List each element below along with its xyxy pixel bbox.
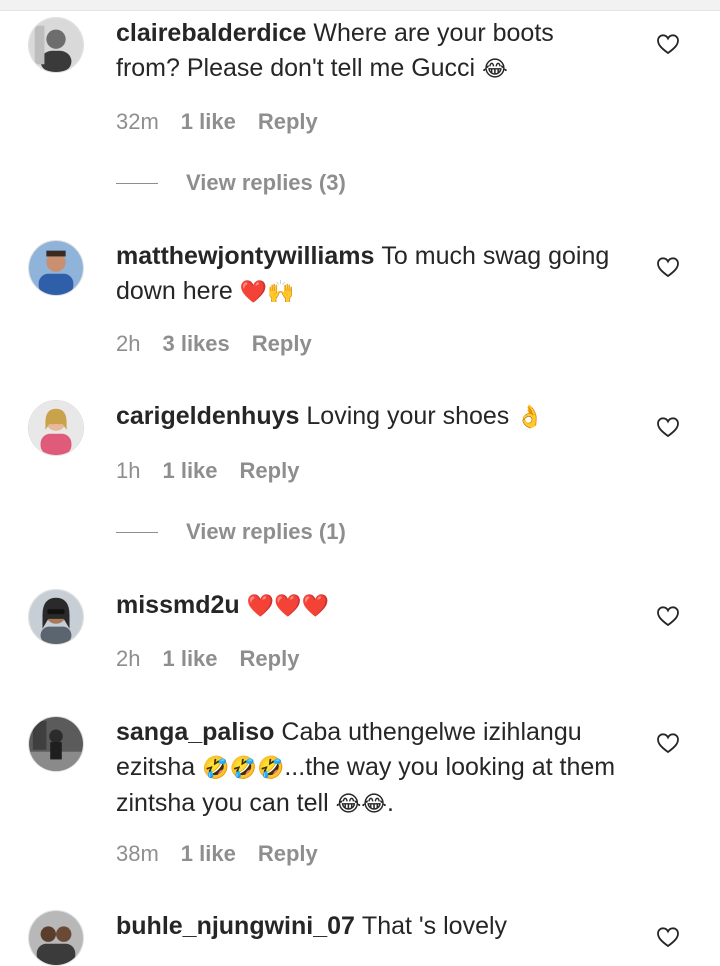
reply-button[interactable]: Reply xyxy=(240,458,300,484)
comment-username[interactable]: carigeldenhuys xyxy=(116,402,299,430)
view-replies-label[interactable]: View replies (1) xyxy=(186,519,346,545)
reply-button[interactable]: Reply xyxy=(258,109,318,135)
avatar[interactable] xyxy=(28,589,84,645)
comment-likes[interactable]: 1 like xyxy=(181,109,236,135)
comment-meta: 1h 1 like Reply xyxy=(116,458,299,484)
comment-text: sanga_paliso Caba uthengelwe izihlangu ez… xyxy=(116,715,616,822)
like-heart-icon[interactable] xyxy=(656,926,680,948)
avatar[interactable] xyxy=(28,17,84,73)
comment-time: 2h xyxy=(116,331,141,356)
comment-username[interactable]: buhle_njungwini_07 xyxy=(116,912,355,940)
comment-text: missmd2u ❤️❤️❤️ xyxy=(116,588,616,624)
comment-time: 2h xyxy=(116,646,141,671)
view-replies-label[interactable]: View replies (3) xyxy=(186,170,346,196)
comment-username[interactable]: sanga_paliso xyxy=(116,718,274,746)
emoji: ❤️🙌 xyxy=(239,280,295,305)
comment-text: buhle_njungwini_07 That 's lovely xyxy=(116,909,616,944)
comment-text: clairebalderdice Where are your boots fro… xyxy=(116,16,616,87)
comment-meta: 38m 1 like Reply xyxy=(116,841,318,867)
comment-text: matthewjontywilliams To much swag going d… xyxy=(116,239,616,310)
view-replies[interactable]: View replies (3) xyxy=(116,170,346,196)
avatar[interactable] xyxy=(28,910,84,966)
view-replies[interactable]: View replies (1) xyxy=(116,519,346,545)
comment-meta: 32m 1 like Reply xyxy=(116,109,318,135)
comment-likes[interactable]: 3 likes xyxy=(162,331,229,357)
comment-meta: 2h 3 likes Reply xyxy=(116,331,312,357)
like-heart-icon[interactable] xyxy=(656,732,680,754)
comment-body: Loving your shoes xyxy=(306,402,510,430)
like-heart-icon[interactable] xyxy=(656,256,680,278)
comment-body: That 's lovely xyxy=(361,912,508,940)
comment-username[interactable]: matthewjontywilliams xyxy=(116,242,374,270)
comment-likes[interactable]: 1 like xyxy=(162,646,217,672)
comment-time: 1h xyxy=(116,458,141,483)
comment-likes[interactable]: 1 like xyxy=(181,841,236,867)
comment-time: 32m xyxy=(116,109,159,134)
emoji: 🤣🤣🤣 xyxy=(202,756,285,781)
top-divider xyxy=(0,0,720,11)
reply-button[interactable]: Reply xyxy=(252,331,312,357)
view-replies-line xyxy=(116,531,158,533)
comment-body-end: . xyxy=(387,789,394,817)
comment-meta: 2h 1 like Reply xyxy=(116,646,299,672)
comment-username[interactable]: clairebalderdice xyxy=(116,19,306,47)
like-heart-icon[interactable] xyxy=(656,605,680,627)
emoji: 😂 xyxy=(482,57,508,82)
comment-time: 38m xyxy=(116,841,159,866)
comment-username[interactable]: missmd2u xyxy=(116,591,240,619)
emoji: 👌 xyxy=(516,405,544,430)
view-replies-line xyxy=(116,182,158,184)
comment-text: carigeldenhuys Loving your shoes 👌 xyxy=(116,399,616,435)
reply-button[interactable]: Reply xyxy=(258,841,318,867)
comment-likes[interactable]: 1 like xyxy=(162,458,217,484)
reply-button[interactable]: Reply xyxy=(240,646,300,672)
emoji: ❤️❤️❤️ xyxy=(246,594,329,619)
avatar[interactable] xyxy=(28,716,84,772)
avatar[interactable] xyxy=(28,400,84,456)
emoji: 😂😂 xyxy=(335,792,387,817)
like-heart-icon[interactable] xyxy=(656,33,680,55)
avatar[interactable] xyxy=(28,240,84,296)
like-heart-icon[interactable] xyxy=(656,416,680,438)
